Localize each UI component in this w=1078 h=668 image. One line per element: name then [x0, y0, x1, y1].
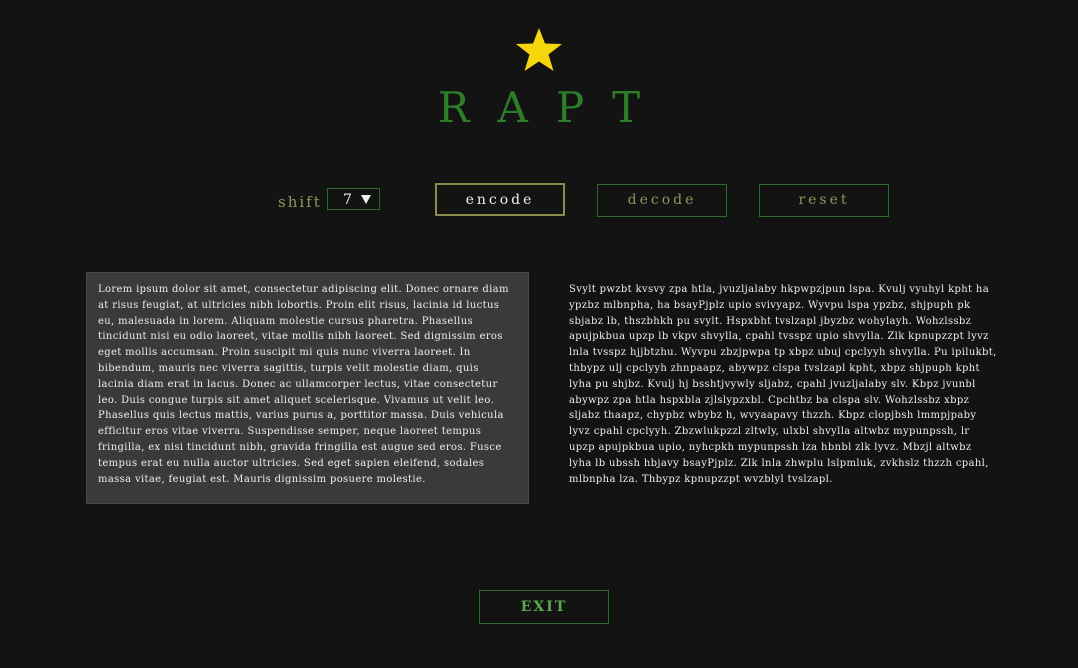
output-text: Svylt pwzbt kvsvy zpa htla, jvuzljalaby …: [569, 284, 997, 485]
shift-select[interactable]: 7: [327, 188, 380, 210]
caret-down-icon: [361, 195, 371, 204]
shift-label: shift: [278, 193, 322, 211]
encode-button[interactable]: encode: [435, 183, 565, 216]
star-icon: [516, 28, 562, 71]
app-title: RAPT: [437, 83, 669, 132]
exit-button[interactable]: EXIT: [479, 590, 609, 624]
shift-value: 7: [343, 192, 352, 208]
decode-button[interactable]: decode: [597, 184, 727, 217]
input-textarea[interactable]: Lorem ipsum dolor sit amet, consectetur …: [86, 272, 529, 504]
reset-button[interactable]: reset: [759, 184, 889, 217]
